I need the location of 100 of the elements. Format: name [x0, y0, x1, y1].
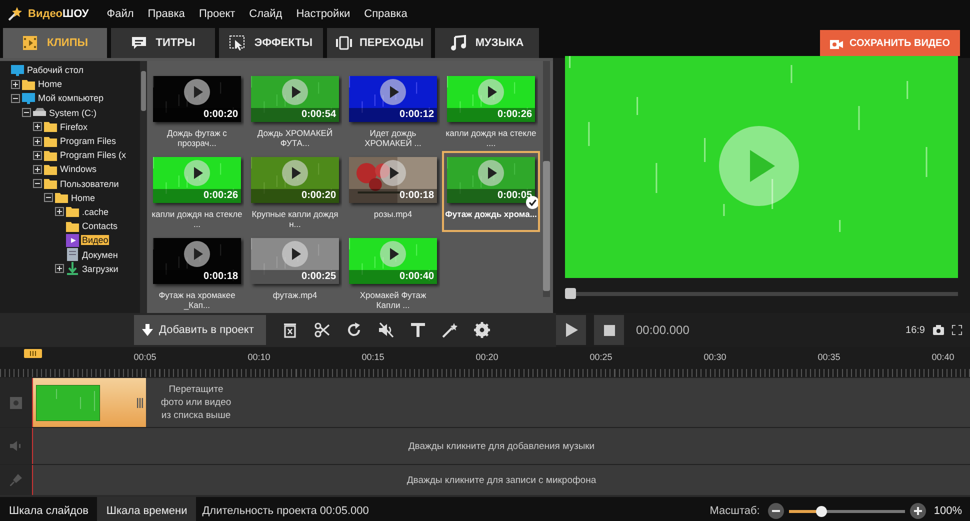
time-tick: 00:10	[246, 351, 272, 364]
clip-card[interactable]: 0:00:18 розы.mp4	[344, 151, 442, 232]
tree-item[interactable]: Пользователи	[59, 178, 120, 189]
delete-icon[interactable]	[282, 322, 298, 338]
menu-item[interactable]: Справка	[364, 8, 408, 20]
tab[interactable]: ПЕРЕХОДЫ	[327, 28, 431, 58]
music-note-icon	[450, 35, 468, 51]
clip-card[interactable]: 0:00:20 Дождь футаж с прозрач...	[148, 70, 246, 151]
tree-item[interactable]: Докумен	[81, 250, 119, 260]
tree-item[interactable]: Мой компьютер	[37, 93, 105, 104]
menu-item[interactable]: Настройки	[296, 8, 350, 20]
play-icon[interactable]	[184, 241, 210, 267]
play-button[interactable]	[556, 315, 586, 345]
effects-icon	[229, 35, 246, 51]
clip-card[interactable]: 0:00:12 Идет дождь ХРОМАКЕЙ ...	[344, 70, 442, 151]
stop-button[interactable]	[594, 315, 624, 345]
menu-item[interactable]: Файл	[106, 8, 134, 20]
clip-duration: 0:00:20	[302, 190, 336, 201]
clip-card[interactable]: 0:00:20 Крупные капли дождя н...	[246, 151, 344, 232]
zoom-out-button[interactable]	[768, 503, 784, 519]
text-icon[interactable]	[410, 322, 426, 338]
expand-icon[interactable]	[11, 80, 20, 89]
play-icon[interactable]	[380, 79, 406, 105]
fullscreen-icon[interactable]	[952, 325, 962, 335]
aspect-ratio[interactable]: 16:9	[906, 324, 925, 336]
folder-icon	[44, 134, 57, 148]
slider-handle[interactable]	[816, 506, 828, 516]
tree-item[interactable]: Program Files (x	[59, 150, 128, 160]
play-icon[interactable]	[380, 241, 406, 267]
play-icon[interactable]	[282, 79, 308, 105]
playhead-handle[interactable]	[24, 349, 42, 358]
tab[interactable]: Шкала времени	[97, 497, 196, 521]
collapse-icon[interactable]	[44, 193, 53, 202]
play-icon[interactable]	[478, 79, 504, 105]
clip-duration: 0:00:18	[400, 190, 434, 201]
scissors-icon[interactable]	[314, 322, 330, 338]
rotate-icon[interactable]	[346, 322, 362, 338]
download-icon	[66, 262, 79, 276]
tab[interactable]: ЭФФЕКТЫ	[219, 28, 323, 58]
clip-card[interactable]: 0:00:40 Хромакей Футаж Капли ...	[344, 232, 442, 313]
expand-icon[interactable]	[33, 136, 42, 146]
tab[interactable]: КЛИПЫ	[3, 28, 107, 58]
clip-title: Футаж дождь хрома...	[445, 209, 537, 219]
clip-card[interactable]: 0:00:05 Футаж дождь хрома...	[442, 151, 540, 232]
speech-bubble-icon	[130, 35, 148, 51]
expand-icon[interactable]	[55, 207, 64, 216]
expand-icon[interactable]	[55, 264, 64, 274]
collapse-icon[interactable]	[22, 108, 31, 118]
magic-wand-icon[interactable]	[442, 322, 458, 338]
tree-item[interactable]: Firefox	[59, 122, 89, 132]
play-icon[interactable]	[282, 160, 308, 186]
tree-item[interactable]: Contacts	[81, 221, 119, 232]
time-tick: 00:15	[360, 351, 386, 364]
video-file-icon	[66, 234, 79, 247]
play-icon[interactable]	[184, 160, 210, 186]
speaker-icon	[10, 441, 22, 451]
camera-icon[interactable]	[933, 325, 944, 335]
collapse-icon[interactable]	[11, 94, 20, 103]
tree-item[interactable]: Program Files	[59, 136, 118, 146]
slide-clip[interactable]	[33, 378, 146, 427]
play-icon[interactable]	[380, 160, 406, 186]
expand-icon[interactable]	[33, 122, 42, 132]
clip-duration: 0:00:26	[498, 109, 532, 120]
tab[interactable]: МУЗЫКА	[435, 28, 539, 58]
microphone-icon	[10, 474, 22, 486]
seek-handle[interactable]	[565, 288, 576, 298]
tree-item[interactable]: Видео	[81, 235, 110, 246]
stop-icon	[604, 324, 614, 336]
clip-card[interactable]: 0:00:54 Дождь ХРОМАКЕЙ ФУТА...	[246, 70, 344, 151]
grip-icon[interactable]	[137, 398, 143, 408]
tree-item[interactable]: System (C:)	[48, 108, 98, 118]
clip-card[interactable]: 0:00:18 Футаж на хромакее _Кап...	[148, 232, 246, 313]
zoom-in-button[interactable]	[910, 503, 926, 519]
play-icon[interactable]	[478, 160, 504, 186]
folder-icon	[44, 120, 57, 134]
drop-hint: Перетащите	[168, 384, 224, 395]
play-icon[interactable]	[282, 241, 308, 267]
tree-item[interactable]: Загрузки	[81, 264, 120, 274]
clip-card[interactable]: 0:00:25 футаж.mp4	[246, 232, 344, 313]
collapse-icon[interactable]	[33, 179, 42, 188]
tree-item[interactable]: .cache	[81, 206, 110, 217]
settings-icon[interactable]	[474, 322, 490, 338]
expand-icon[interactable]	[33, 150, 42, 160]
tree-item[interactable]: Home	[70, 192, 96, 203]
add-to-project-button[interactable]: Добавить в проект	[134, 315, 266, 345]
mute-icon[interactable]	[378, 322, 394, 338]
menu-item[interactable]: Слайд	[249, 8, 282, 20]
tree-item[interactable]: Home	[37, 79, 64, 90]
folder-icon	[66, 220, 79, 233]
expand-icon[interactable]	[33, 164, 42, 174]
tab[interactable]: ТИТРЫ	[111, 28, 215, 58]
tree-item[interactable]: Рабочий стол	[26, 65, 84, 76]
menu-item[interactable]: Проект	[198, 8, 236, 20]
clip-card[interactable]: 0:00:26 капли дождя на стекле ...	[148, 151, 246, 232]
clip-card[interactable]: 0:00:26 капли дождя на стекле ....	[442, 70, 540, 151]
tree-item[interactable]: Windows	[59, 164, 98, 174]
play-icon[interactable]	[184, 79, 210, 105]
menu-item[interactable]: Правка	[148, 8, 185, 20]
scrollbar[interactable]	[543, 61, 550, 297]
scrollbar[interactable]	[140, 61, 147, 313]
